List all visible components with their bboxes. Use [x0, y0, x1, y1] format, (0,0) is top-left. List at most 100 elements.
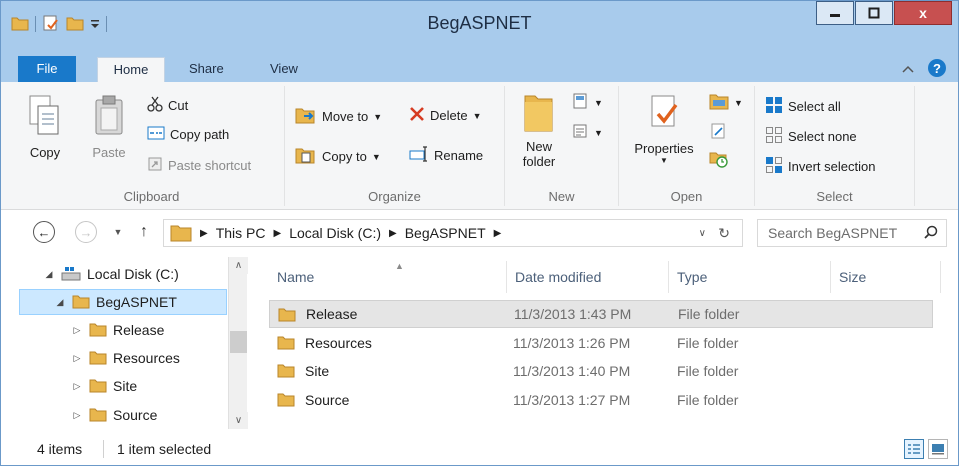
collapsed-arrow-icon[interactable]: ▷	[71, 381, 83, 392]
breadcrumb-separator[interactable]: ▶	[494, 228, 502, 239]
sort-ascending-icon: ▲	[395, 261, 404, 271]
file-name: Site	[305, 363, 330, 379]
search-box[interactable]: Search BegASPNET	[757, 219, 947, 247]
file-row-release[interactable]: Release 11/3/2013 1:43 PM File folder	[269, 300, 933, 328]
rename-button[interactable]: Rename	[409, 146, 483, 165]
history-button[interactable]	[709, 150, 729, 171]
invert-selection-button[interactable]: Invert selection	[765, 156, 875, 177]
properties-button[interactable]: Properties ▼	[627, 94, 701, 165]
navigation-scrollbar[interactable]: ∧ ∨	[228, 257, 248, 429]
forward-arrow-icon: →	[79, 224, 93, 240]
history-icon	[709, 150, 729, 171]
column-header-date-modified[interactable]: Date modified	[507, 261, 669, 293]
refresh-icon[interactable]: ↻	[718, 225, 730, 242]
address-bar[interactable]: ▶ This PC ▶ Local Disk (C:) ▶ BegASPNET …	[163, 219, 743, 247]
folder-icon	[278, 306, 296, 325]
cut-button[interactable]: Cut	[147, 96, 188, 115]
new-item-button[interactable]: ▼	[571, 92, 603, 113]
dropdown-arrow-icon: ▼	[734, 97, 743, 108]
expanded-arrow-icon[interactable]: ◢	[43, 269, 55, 280]
column-header-name[interactable]: Name ▲	[269, 261, 507, 293]
chevron-down-icon: ▼	[113, 227, 123, 237]
folder-icon	[89, 321, 107, 340]
collapsed-arrow-icon[interactable]: ▷	[71, 353, 83, 364]
ribbon-home: Copy Paste Cut Copy path Paste shortcut …	[1, 82, 958, 210]
collapse-ribbon-icon[interactable]	[902, 61, 914, 76]
file-type: File folder	[678, 306, 740, 322]
copy-to-button[interactable]: Copy to ▼	[295, 146, 381, 167]
selection-count: 1 item selected	[117, 441, 212, 457]
collapsed-arrow-icon[interactable]: ▷	[71, 325, 83, 336]
select-none-button[interactable]: Select none	[765, 126, 857, 147]
scrollbar-thumb[interactable]	[230, 331, 247, 353]
paste-shortcut-button[interactable]: Paste shortcut	[147, 156, 251, 175]
navigation-pane: ◢ Local Disk (C:) ◢ BegASPNET ▷ Release …	[17, 257, 251, 429]
large-icons-view-icon[interactable]	[928, 439, 948, 459]
copy-path-button[interactable]: Copy path	[147, 126, 229, 143]
file-type: File folder	[677, 335, 739, 351]
breadcrumb-local-disk[interactable]: Local Disk (C:)	[289, 225, 381, 241]
forward-button[interactable]: →	[75, 221, 97, 243]
copy-to-icon	[295, 146, 317, 167]
breadcrumb-this-pc[interactable]: This PC	[216, 225, 266, 241]
move-to-button[interactable]: Move to ▼	[295, 106, 382, 127]
tab-home[interactable]: Home	[97, 57, 165, 82]
easy-access-button[interactable]: ▼	[571, 122, 603, 143]
file-name: Source	[305, 392, 350, 408]
breadcrumb-separator[interactable]: ▶	[274, 228, 282, 239]
properties-icon	[648, 94, 680, 137]
tab-view[interactable]: View	[256, 57, 312, 82]
edit-button[interactable]	[709, 122, 727, 143]
file-type: File folder	[677, 392, 739, 408]
column-header-type[interactable]: Type	[669, 261, 831, 293]
scroll-down-button[interactable]: ∨	[229, 412, 248, 429]
dropdown-arrow-icon: ▼	[594, 97, 603, 108]
tree-item-begaspnet[interactable]: ◢ BegASPNET	[19, 289, 227, 315]
copy-button[interactable]: Copy	[25, 94, 65, 160]
edit-icon	[709, 122, 727, 143]
chevron-right-icon: ▶	[273, 227, 282, 239]
folder-icon	[277, 362, 295, 381]
tab-file[interactable]: File	[18, 56, 76, 82]
chevron-right-icon: ▶	[200, 227, 208, 239]
breadcrumb-begaspnet[interactable]: BegASPNET	[405, 225, 486, 241]
breadcrumb-separator[interactable]: ▶	[389, 228, 397, 239]
breadcrumb-separator[interactable]: ▶	[200, 228, 208, 239]
tree-item-release[interactable]: ▷ Release	[71, 317, 165, 343]
dropdown-arrow-icon: ▼	[660, 156, 668, 165]
help-icon[interactable]: ?	[928, 59, 946, 77]
tree-item-resources[interactable]: ▷ Resources	[71, 345, 180, 371]
delete-button[interactable]: Delete ▼	[409, 106, 482, 125]
recent-locations-button[interactable]: ▼	[107, 221, 129, 243]
back-button[interactable]: ←	[33, 221, 55, 243]
file-row-resources[interactable]: Resources 11/3/2013 1:26 PM File folder	[269, 329, 933, 357]
close-button[interactable]: x	[894, 1, 952, 25]
file-row-site[interactable]: Site 11/3/2013 1:40 PM File folder	[269, 357, 933, 385]
new-folder-button[interactable]: New folder	[517, 90, 561, 169]
folder-icon	[277, 391, 295, 410]
tree-item-site[interactable]: ▷ Site	[71, 373, 138, 399]
open-button[interactable]: ▼	[709, 92, 743, 113]
collapsed-arrow-icon[interactable]: ▷	[71, 410, 83, 421]
select-all-button[interactable]: Select all	[765, 96, 841, 117]
scroll-up-button[interactable]: ∧	[229, 257, 248, 274]
tree-item-source[interactable]: ▷ Source	[71, 402, 158, 428]
minimize-button[interactable]	[816, 1, 854, 25]
tree-item-local-disk[interactable]: ◢ Local Disk (C:)	[43, 261, 179, 287]
column-header-size[interactable]: Size	[831, 261, 941, 293]
tab-share[interactable]: Share	[175, 57, 238, 82]
details-view-icon[interactable]	[904, 439, 924, 459]
search-input[interactable]: Search BegASPNET	[768, 225, 897, 241]
up-button[interactable]: ↑	[133, 221, 155, 243]
dropdown-arrow-icon: ▼	[594, 127, 603, 138]
maximize-button[interactable]	[855, 1, 893, 25]
paste-icon	[92, 94, 126, 141]
expanded-arrow-icon[interactable]: ◢	[54, 297, 66, 308]
file-row-source[interactable]: Source 11/3/2013 1:27 PM File folder	[269, 386, 933, 414]
view-switcher	[904, 439, 948, 459]
paste-button[interactable]: Paste	[87, 94, 131, 160]
window-controls: x	[816, 1, 952, 25]
address-dropdown-icon[interactable]: ∨	[699, 228, 706, 239]
folder-icon	[277, 334, 295, 353]
dropdown-arrow-icon: ▼	[472, 110, 482, 121]
